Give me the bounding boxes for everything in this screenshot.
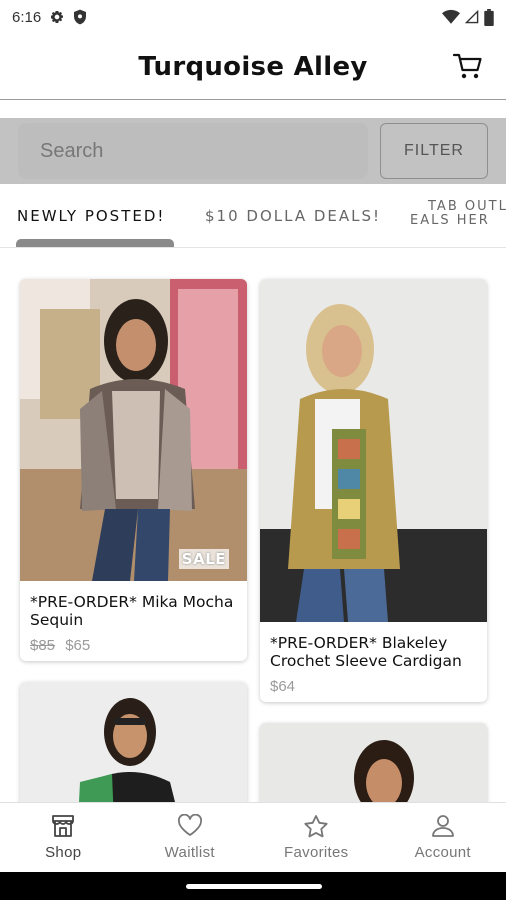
status-time: 6:16 — [12, 8, 42, 26]
person-icon — [431, 815, 454, 837]
category-tabs: NEWLY POSTED! $10 DOLLA DEALS! TAB OUTL … — [0, 192, 506, 248]
product-card[interactable] — [20, 682, 247, 822]
product-image — [260, 279, 487, 622]
bottom-navigation: Shop Waitlist Favorites Account — [0, 802, 506, 872]
settings-gear-icon — [51, 11, 64, 23]
price-row: $85 $65 — [30, 637, 90, 654]
price-row: $64 — [270, 678, 295, 695]
nav-account-label: Account — [414, 844, 471, 861]
product-name: *PRE-ORDER* Blakeley Crochet Sleeve Card… — [270, 634, 462, 670]
signal-icon — [465, 9, 479, 24]
status-bar: 6:16 — [0, 0, 506, 34]
product-name: *PRE-ORDER* Mika Mocha Sequin — [30, 593, 234, 629]
nav-shop[interactable]: Shop — [0, 803, 127, 872]
system-gesture-bar — [0, 872, 506, 900]
nav-waitlist-label: Waitlist — [164, 844, 215, 861]
star-icon — [304, 815, 328, 838]
tab-outlet-deals[interactable]: TAB OUTL EALS HER — [410, 200, 506, 228]
tab-outlet-line2: EALS HER — [410, 213, 490, 228]
app-header: Turquoise Alley — [0, 34, 506, 100]
cart-icon[interactable] — [452, 50, 484, 82]
home-gesture-handle[interactable] — [186, 884, 322, 889]
search-input[interactable] — [18, 123, 368, 179]
tab-10-dolla-deals[interactable]: $10 DOLLA DEALS! — [205, 192, 381, 240]
shield-icon — [74, 9, 87, 25]
nav-favorites-label: Favorites — [284, 844, 349, 861]
product-card[interactable]: *PRE-ORDER* Blakeley Crochet Sleeve Card… — [260, 279, 487, 702]
app-title: Turquoise Alley — [138, 51, 368, 82]
nav-account[interactable]: Account — [380, 803, 506, 872]
tab-outlet-line1: TAB OUTL — [428, 199, 506, 214]
active-tab-indicator — [16, 239, 174, 247]
filter-button[interactable]: FILTER — [380, 123, 488, 179]
sale-badge: SALE — [178, 549, 229, 569]
sale-price: $65 — [65, 637, 91, 654]
nav-favorites[interactable]: Favorites — [253, 803, 380, 872]
shop-icon — [52, 815, 75, 837]
battery-icon — [484, 8, 494, 26]
wifi-icon — [442, 9, 460, 24]
product-image — [20, 682, 247, 822]
original-price: $85 — [30, 637, 56, 654]
product-price: $64 — [270, 678, 296, 695]
search-bar: FILTER — [0, 118, 506, 184]
tab-newly-posted[interactable]: NEWLY POSTED! — [17, 192, 165, 240]
product-card[interactable]: SALE *PRE-ORDER* Mika Mocha Sequin $85 $… — [20, 279, 247, 661]
nav-waitlist[interactable]: Waitlist — [127, 803, 254, 872]
heart-icon — [177, 814, 202, 836]
product-image — [20, 279, 247, 581]
nav-shop-label: Shop — [45, 844, 82, 861]
